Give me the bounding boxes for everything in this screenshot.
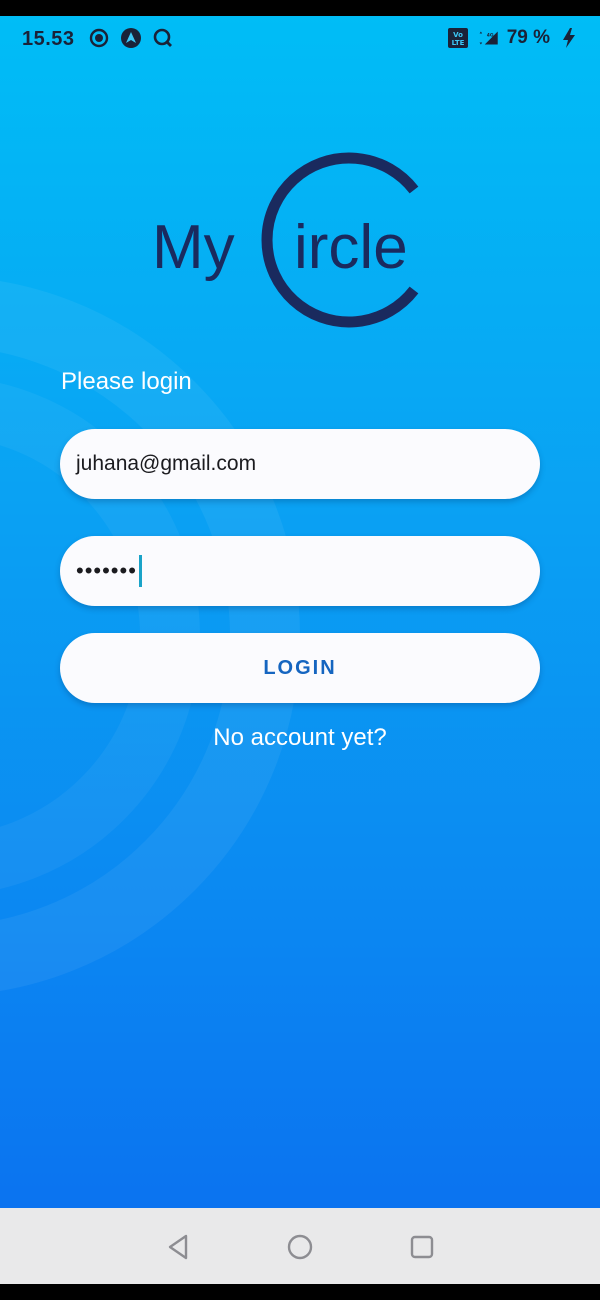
back-icon[interactable] [162,1230,196,1264]
password-field[interactable]: ••••••• [60,536,540,606]
status-system-icons: Vo LTE 4G 79 % [447,27,580,49]
logo-text-ircle: ircle [294,213,408,282]
svg-text:LTE: LTE [451,39,464,47]
navigation-bar [0,1208,600,1284]
login-button[interactable]: LOGIN [60,633,540,703]
recents-icon[interactable] [405,1230,439,1264]
email-value: juhana@gmail.com [76,452,257,475]
volte-icon: Vo LTE [447,27,469,49]
status-notification-icons [88,27,174,49]
svg-text:4G: 4G [486,33,493,39]
charging-icon [558,27,580,49]
mycircle-logo: My ircle [148,150,448,340]
battery-percent: 79 % [506,27,550,48]
phone-screen: 15.53 Vo LTE 4G 79 % My ircle Please log… [0,0,600,1300]
status-bar: 15.53 Vo LTE 4G 79 % [0,16,600,64]
search-q-icon [152,27,174,49]
text-cursor [138,555,142,587]
login-prompt: Please login [61,368,192,395]
logo-text-my: My [152,213,235,282]
no-account-link[interactable]: No account yet? [0,724,600,752]
signal-4g-icon: 4G [477,27,499,49]
status-time: 15.53 [22,28,75,50]
home-icon[interactable] [283,1230,317,1264]
navigation-icon [120,27,142,49]
password-value: ••••••• [76,558,137,583]
email-field[interactable]: juhana@gmail.com [60,429,540,499]
svg-text:Vo: Vo [453,31,463,39]
record-icon [88,27,110,49]
